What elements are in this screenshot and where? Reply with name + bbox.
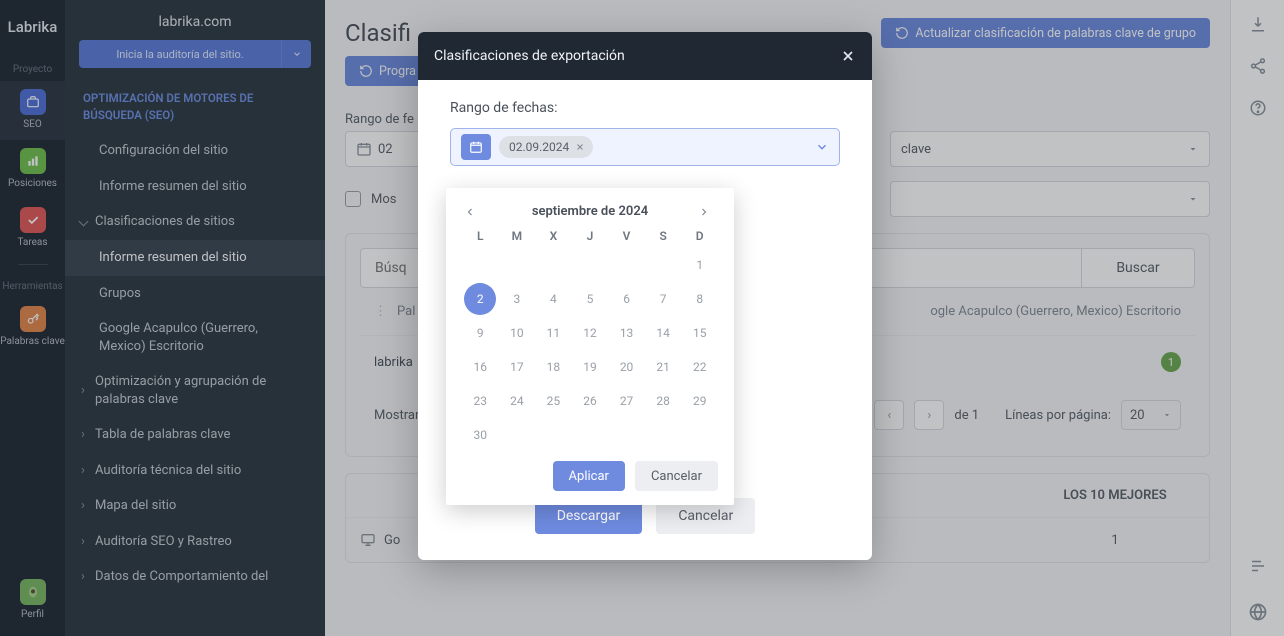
calendar-day[interactable]: 11 <box>535 321 572 345</box>
calendar-day[interactable]: 3 <box>499 287 536 311</box>
calendar-dow: X <box>535 229 572 243</box>
calendar-day[interactable]: 17 <box>499 355 536 379</box>
modal-range-label: Rango de fechas: <box>450 100 840 116</box>
calendar-icon <box>469 140 483 154</box>
calendar-dow: V <box>608 229 645 243</box>
close-icon <box>575 142 585 152</box>
chevron-left-icon <box>464 206 476 218</box>
calendar-day[interactable]: 12 <box>572 321 609 345</box>
calendar-day[interactable]: 20 <box>608 355 645 379</box>
calendar-cancel-button[interactable]: Cancelar <box>635 461 718 491</box>
close-icon <box>840 48 856 64</box>
calendar-day[interactable]: 18 <box>535 355 572 379</box>
calendar-day[interactable]: 15 <box>681 321 718 345</box>
calendar-day[interactable]: 13 <box>608 321 645 345</box>
calendar-day[interactable]: 8 <box>681 287 718 311</box>
modal-date-select[interactable]: 02.09.2024 <box>450 128 840 166</box>
chevron-down-icon <box>815 140 829 154</box>
date-select-caret[interactable] <box>815 140 829 154</box>
calendar-day[interactable]: 29 <box>681 389 718 413</box>
modal-title: Clasificaciones de exportación <box>434 48 625 64</box>
calendar-day[interactable]: 16 <box>462 355 499 379</box>
calendar-button[interactable] <box>461 134 491 160</box>
date-chip-value: 02.09.2024 <box>509 140 569 154</box>
calendar-day[interactable]: 28 <box>645 389 682 413</box>
calendar-dow: M <box>499 229 536 243</box>
calendar-day[interactable]: 25 <box>535 389 572 413</box>
calendar-day[interactable]: 23 <box>462 389 499 413</box>
calendar-day[interactable]: 14 <box>645 321 682 345</box>
calendar-popover: septiembre de 2024 LMXJVSD12345678910111… <box>446 188 734 505</box>
calendar-day[interactable]: 27 <box>608 389 645 413</box>
calendar-day[interactable]: 22 <box>681 355 718 379</box>
calendar-dow: J <box>572 229 609 243</box>
calendar-prev[interactable] <box>464 206 482 218</box>
calendar-day[interactable]: 6 <box>608 287 645 311</box>
calendar-day[interactable]: 19 <box>572 355 609 379</box>
calendar-day[interactable]: 7 <box>645 287 682 311</box>
calendar-dow: S <box>645 229 682 243</box>
calendar-day[interactable]: 21 <box>645 355 682 379</box>
calendar-day[interactable]: 1 <box>681 253 718 277</box>
modal-close-button[interactable] <box>840 48 856 64</box>
calendar-month: septiembre de 2024 <box>532 204 648 219</box>
date-chip: 02.09.2024 <box>499 136 593 158</box>
calendar-next[interactable] <box>698 206 716 218</box>
calendar-day[interactable]: 9 <box>462 321 499 345</box>
chevron-right-icon <box>698 206 710 218</box>
calendar-day[interactable]: 24 <box>499 389 536 413</box>
calendar-day[interactable]: 5 <box>572 287 609 311</box>
calendar-day[interactable]: 10 <box>499 321 536 345</box>
calendar-day[interactable]: 30 <box>462 423 499 447</box>
calendar-apply-button[interactable]: Aplicar <box>553 461 625 491</box>
calendar-dow: L <box>462 229 499 243</box>
calendar-grid: LMXJVSD123456789101112131415161718192021… <box>462 229 718 447</box>
calendar-day[interactable]: 4 <box>535 287 572 311</box>
calendar-day[interactable]: 26 <box>572 389 609 413</box>
calendar-day[interactable]: 2 <box>464 283 496 315</box>
date-chip-remove[interactable] <box>575 142 585 152</box>
calendar-dow: D <box>681 229 718 243</box>
